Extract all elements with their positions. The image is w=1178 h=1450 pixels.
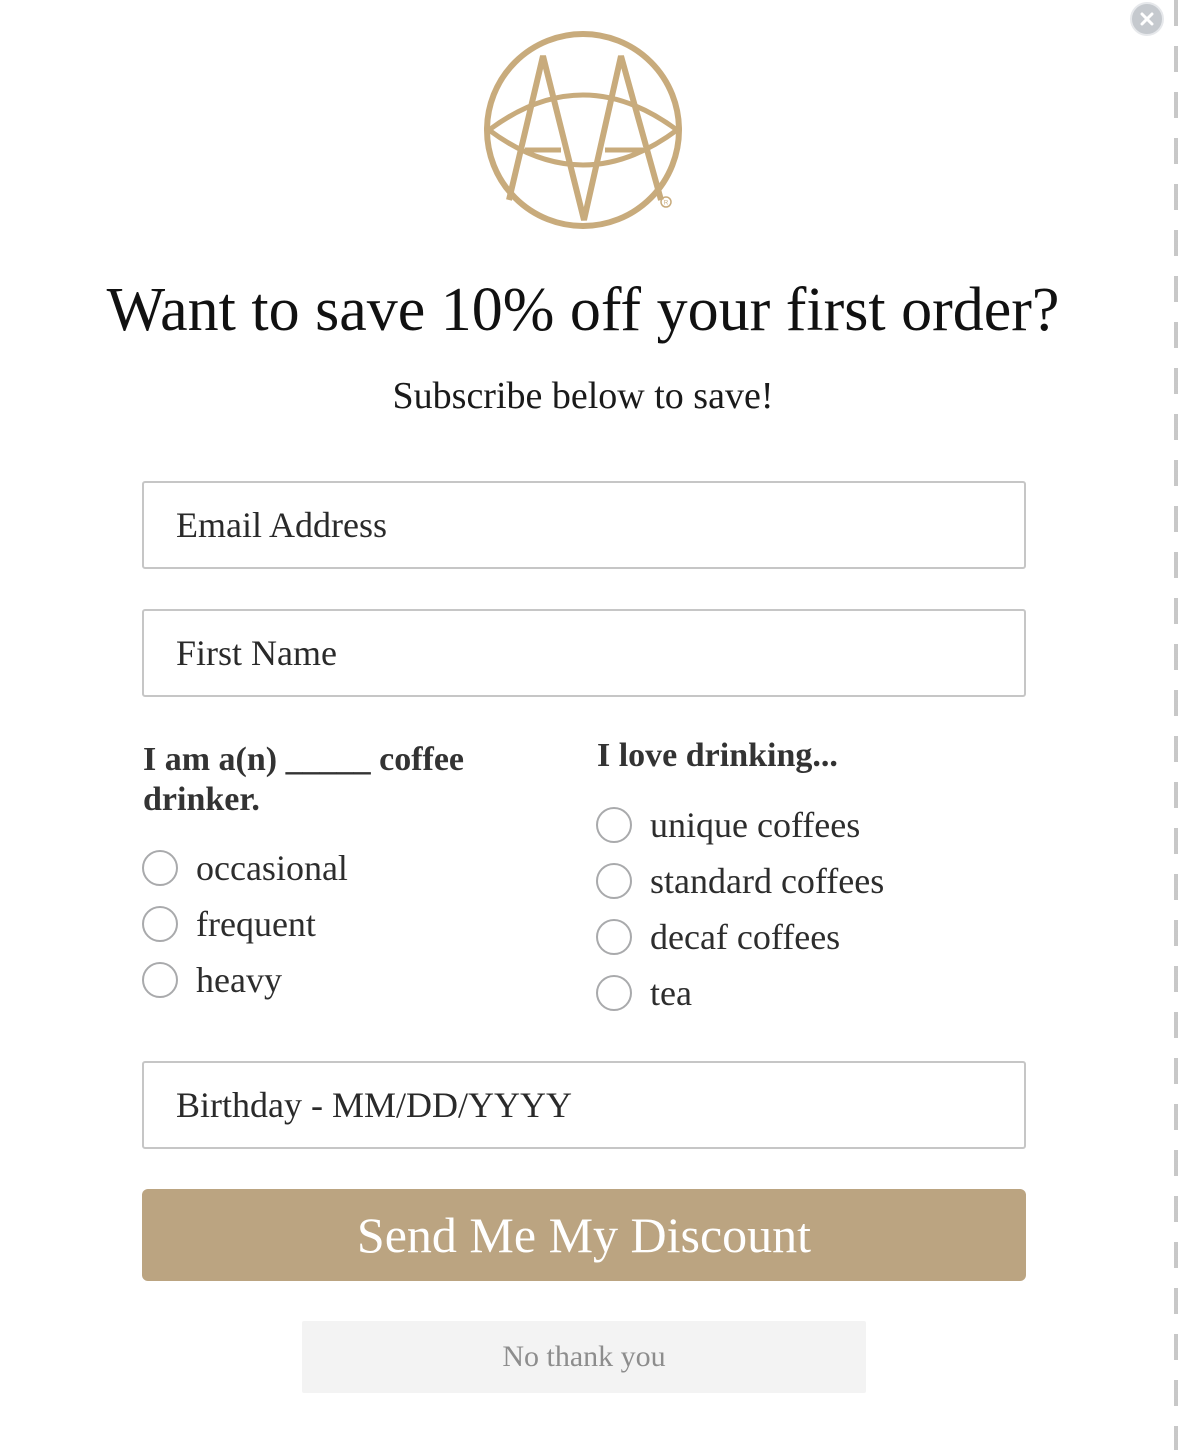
birthday-input[interactable] bbox=[142, 1061, 1026, 1149]
page-edge-divider bbox=[1174, 0, 1178, 1450]
radio-label: standard coffees bbox=[650, 861, 885, 901]
radio-label: unique coffees bbox=[650, 805, 861, 845]
radio-label: frequent bbox=[196, 904, 316, 944]
first-name-input[interactable] bbox=[142, 609, 1026, 697]
svg-text:R: R bbox=[664, 201, 669, 207]
monogram-logo-icon: R bbox=[484, 31, 682, 229]
radio-button[interactable] bbox=[596, 863, 632, 899]
radio-button[interactable] bbox=[142, 906, 178, 942]
radio-heavy[interactable]: heavy bbox=[142, 958, 282, 1002]
close-icon bbox=[1140, 12, 1154, 26]
radio-button[interactable] bbox=[596, 919, 632, 955]
radio-unique-coffees[interactable]: unique coffees bbox=[596, 803, 860, 847]
close-button[interactable] bbox=[1130, 2, 1164, 36]
radio-button[interactable] bbox=[596, 807, 632, 843]
drinker-type-label: I am a(n) _____ coffee drinker. bbox=[143, 741, 465, 818]
radio-standard-coffees[interactable]: standard coffees bbox=[596, 859, 884, 903]
radio-label: decaf coffees bbox=[650, 917, 841, 957]
radio-button[interactable] bbox=[142, 850, 178, 886]
popup-headline: Want to save 10% off your first order? bbox=[106, 276, 1060, 344]
drinking-preference-label: I love drinking... bbox=[597, 737, 838, 774]
email-input[interactable] bbox=[142, 481, 1026, 569]
radio-occasional[interactable]: occasional bbox=[142, 846, 348, 890]
radio-decaf-coffees[interactable]: decaf coffees bbox=[596, 915, 840, 959]
radio-button[interactable] bbox=[596, 975, 632, 1011]
radio-button[interactable] bbox=[142, 962, 178, 998]
send-discount-button[interactable]: Send Me My Discount bbox=[142, 1189, 1026, 1281]
radio-tea[interactable]: tea bbox=[596, 971, 692, 1015]
radio-label: heavy bbox=[196, 960, 282, 1000]
radio-frequent[interactable]: frequent bbox=[142, 902, 316, 946]
no-thank-you-button[interactable]: No thank you bbox=[302, 1321, 866, 1393]
radio-label: tea bbox=[650, 973, 692, 1013]
popup-subheading: Subscribe below to save! bbox=[392, 375, 774, 417]
radio-label: occasional bbox=[196, 848, 348, 888]
